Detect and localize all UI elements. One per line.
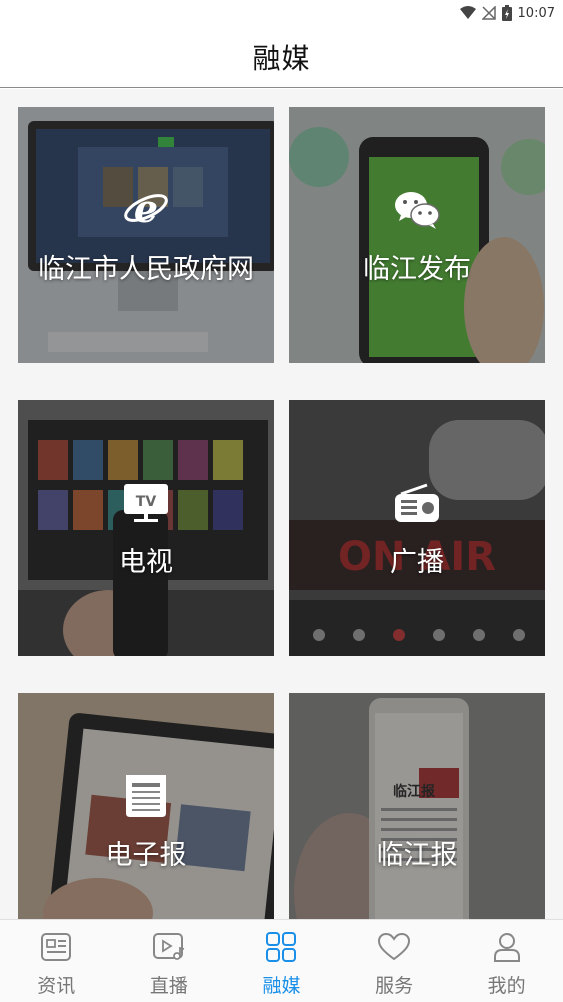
tv-icon: TV — [119, 476, 173, 530]
tile-label: 电子报 — [105, 840, 187, 871]
svg-text:e: e — [134, 186, 158, 231]
tab-profile[interactable]: 我的 — [450, 920, 563, 1002]
wechat-icon — [390, 183, 444, 237]
internet-explorer-icon: e — [119, 183, 173, 237]
heart-icon — [377, 930, 411, 964]
page-title: 融媒 — [252, 41, 311, 75]
tab-label: 资讯 — [37, 975, 76, 997]
tile-linjiang-newspaper[interactable]: 临江报 临江报 — [289, 693, 545, 919]
tile-government-website[interactable]: e 临江市人民政府网 — [18, 107, 274, 363]
wifi-icon — [459, 6, 476, 20]
tile-label: 电视 — [119, 547, 173, 578]
news-icon — [39, 930, 73, 964]
live-video-icon — [152, 930, 186, 964]
media-grid: e 临江市人民政府网 临江发布 TV 电视 ON AIR 广播 电子报 临江报 … — [0, 89, 563, 919]
tab-services[interactable]: 服务 — [338, 920, 451, 1002]
tile-label: 临江市人民政府网 — [38, 254, 254, 285]
status-time: 10:07 — [517, 5, 555, 21]
status-bar: 10:07 — [0, 0, 563, 26]
newspaper-icon — [119, 769, 173, 823]
svg-text:TV: TV — [136, 494, 157, 510]
tile-e-newspaper[interactable]: 电子报 — [18, 693, 274, 919]
bottom-tab-bar: 资讯 直播 融媒 服务 我的 — [0, 919, 563, 1002]
tile-label: 广播 — [390, 547, 444, 578]
no-signal-icon — [481, 6, 496, 20]
tab-label: 融媒 — [262, 975, 301, 997]
tile-shade — [289, 693, 545, 919]
tab-media[interactable]: 融媒 — [225, 920, 338, 1002]
tab-label: 我的 — [487, 975, 526, 997]
tile-radio[interactable]: ON AIR 广播 — [289, 400, 545, 656]
user-icon — [490, 930, 524, 964]
title-bar: 融媒 — [0, 26, 563, 88]
grid-icon — [264, 930, 298, 964]
tile-tv[interactable]: TV 电视 — [18, 400, 274, 656]
tab-label: 直播 — [149, 975, 188, 997]
tab-news[interactable]: 资讯 — [0, 920, 113, 1002]
tab-label: 服务 — [375, 975, 414, 997]
tile-wechat-release[interactable]: 临江发布 — [289, 107, 545, 363]
tile-label: 临江发布 — [363, 254, 471, 285]
radio-icon — [390, 476, 444, 530]
battery-charging-icon — [501, 5, 512, 21]
tile-label: 临江报 — [376, 840, 458, 871]
tab-live[interactable]: 直播 — [113, 920, 226, 1002]
